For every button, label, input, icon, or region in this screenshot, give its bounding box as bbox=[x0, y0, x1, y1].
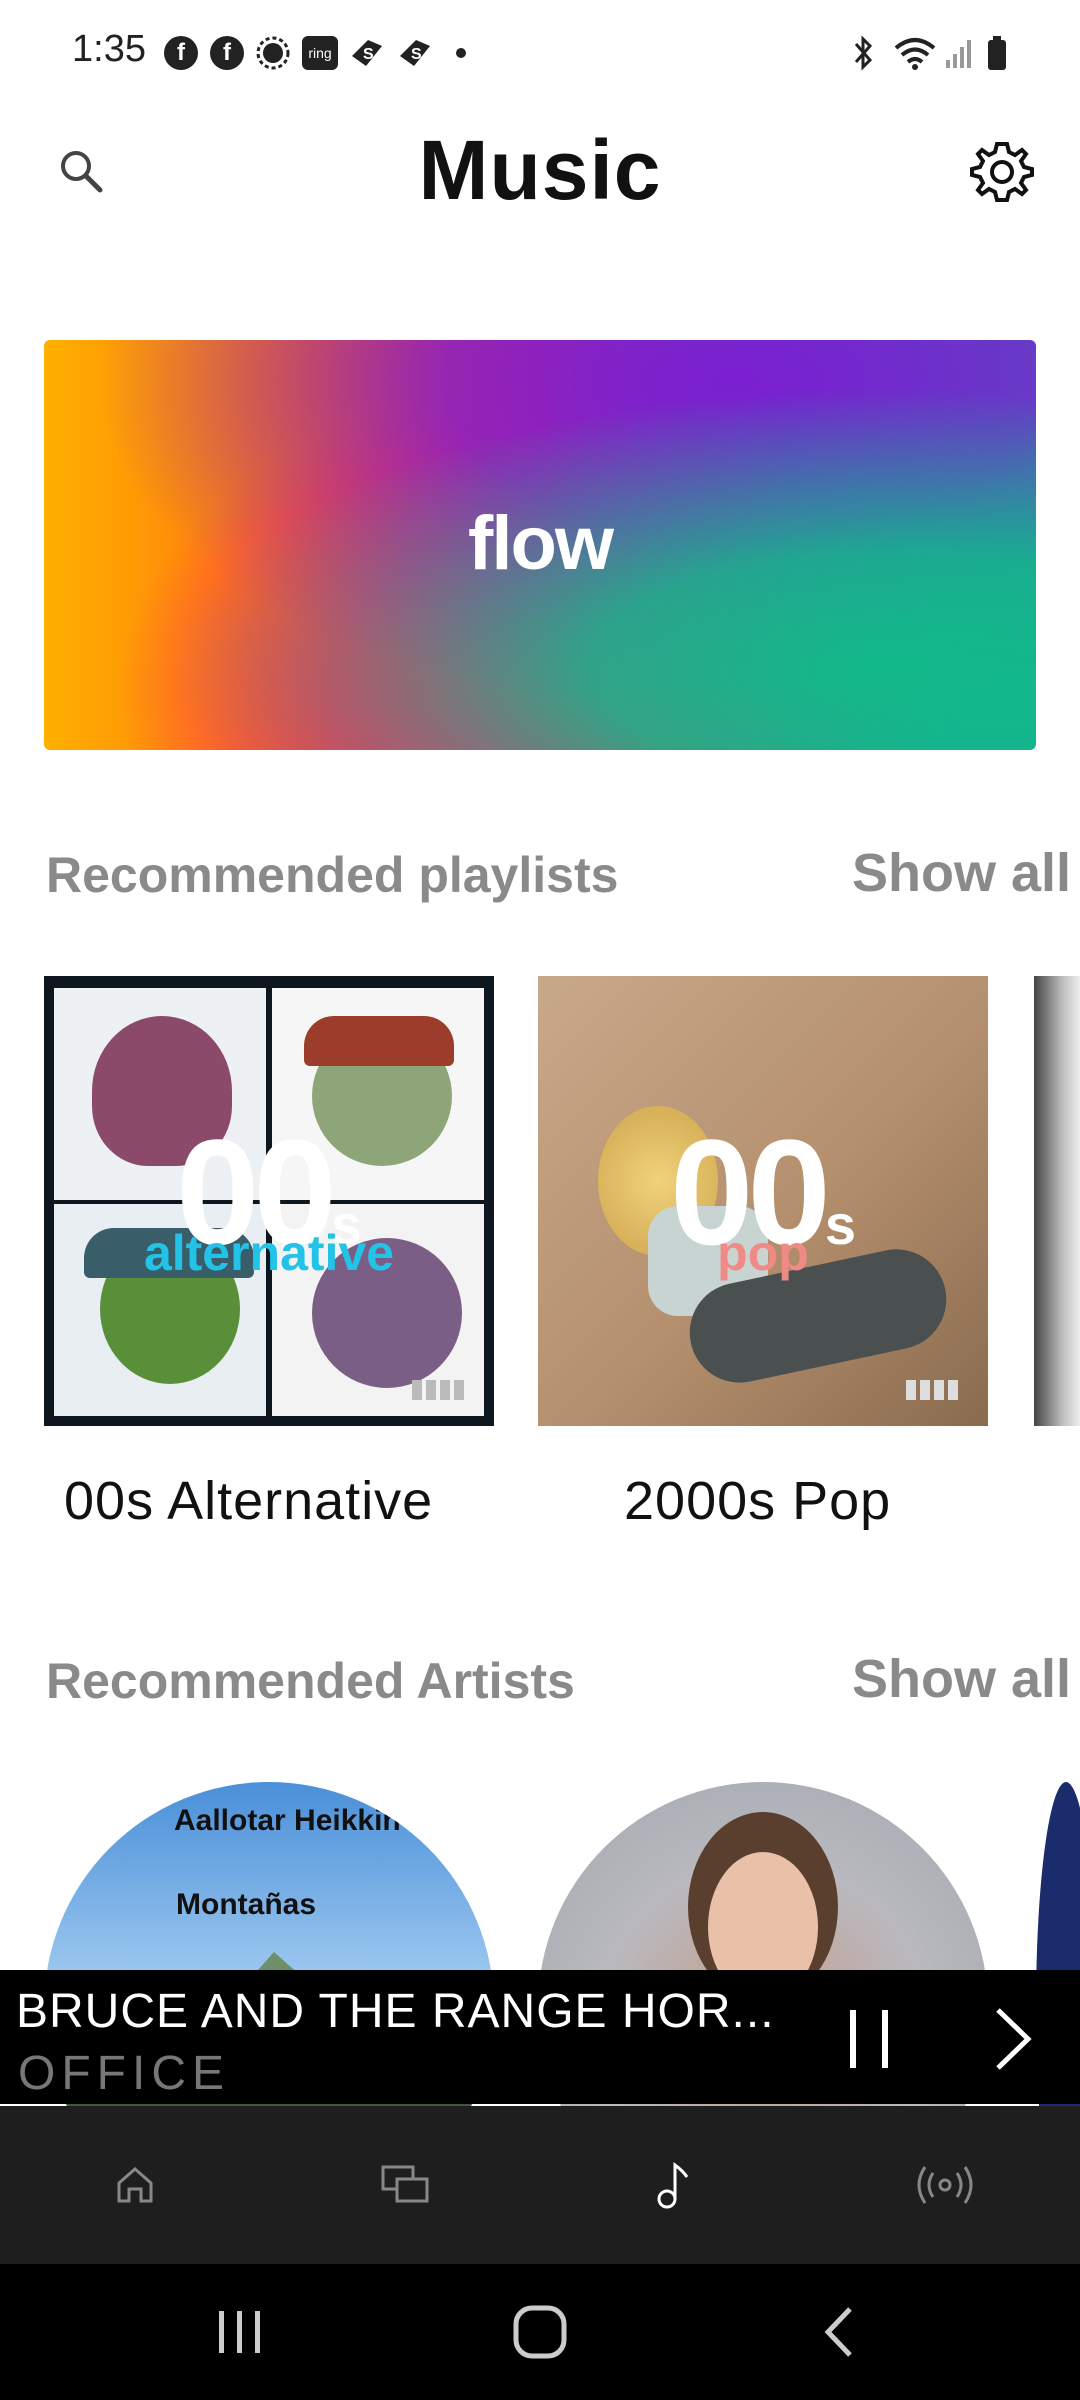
back-button[interactable] bbox=[660, 2264, 1020, 2400]
nav-radio[interactable] bbox=[810, 2106, 1080, 2264]
signal-icon bbox=[944, 36, 974, 70]
facebook-icon: f bbox=[210, 36, 244, 70]
home-icon bbox=[117, 2167, 153, 2203]
cover-sub-text: pop bbox=[717, 1225, 809, 1281]
playlist-name: 2000s Pop bbox=[624, 1471, 892, 1531]
back-icon bbox=[824, 2307, 852, 2357]
cover-sub-text: alternative bbox=[143, 1225, 395, 1281]
home-circle-icon bbox=[513, 2305, 567, 2359]
settings-button[interactable] bbox=[966, 136, 1038, 208]
artist-image-text: Montañas bbox=[176, 1888, 317, 1921]
deezer-logo-icon bbox=[906, 1380, 962, 1400]
artists-section-title: Recommended Artists bbox=[46, 1653, 575, 1709]
artists-show-all-button[interactable]: Show all bbox=[852, 1648, 1071, 1710]
now-playing-room: OFFICE bbox=[18, 2047, 230, 2100]
battery-icon bbox=[986, 34, 1008, 72]
sun-icon bbox=[256, 36, 290, 70]
system-nav-bar bbox=[0, 2264, 1080, 2400]
pause-icon bbox=[850, 2010, 888, 2068]
next-button[interactable] bbox=[976, 2004, 1046, 2074]
nav-home[interactable] bbox=[0, 2106, 270, 2264]
flow-label: flow bbox=[468, 501, 614, 586]
sling-icon: S bbox=[348, 36, 386, 70]
wifi-icon bbox=[892, 34, 938, 72]
page-title: Music bbox=[418, 123, 662, 217]
playlist-name: 00s Alternative bbox=[64, 1471, 434, 1531]
playlist-tile-00s-alternative[interactable]: 00s alternative bbox=[44, 976, 494, 1426]
nav-rooms[interactable] bbox=[270, 2106, 540, 2264]
more-notifications-dot bbox=[456, 48, 466, 58]
cover-art-hat bbox=[304, 1016, 454, 1066]
flow-banner[interactable]: flow bbox=[44, 340, 1036, 750]
pause-button[interactable] bbox=[836, 2004, 906, 2074]
recent-apps-icon bbox=[219, 2311, 260, 2353]
nav-music[interactable] bbox=[540, 2106, 810, 2264]
svg-text:S: S bbox=[411, 46, 422, 63]
artist-image-text: Aallotar Heikkin bbox=[174, 1804, 401, 1837]
status-time: 1:35 bbox=[72, 28, 146, 70]
deezer-logo-icon bbox=[412, 1380, 468, 1400]
rooms-icon bbox=[381, 2165, 429, 2203]
mini-player[interactable]: BRUCE AND THE RANGE HOR... OFFICE bbox=[0, 1970, 1080, 2104]
facebook-icon: f bbox=[164, 36, 198, 70]
music-icon bbox=[657, 2161, 689, 2209]
chevron-right-icon bbox=[996, 2008, 1032, 2070]
svg-text:S: S bbox=[363, 46, 374, 63]
sling-icon: S bbox=[396, 36, 434, 70]
playlist-tile-2000s-pop[interactable]: 00s pop bbox=[538, 976, 988, 1426]
playlists-show-all-button[interactable]: Show all bbox=[852, 842, 1071, 904]
radio-icon bbox=[917, 2166, 973, 2204]
status-bar: 1:35 f f ring S S bbox=[0, 0, 1080, 110]
now-playing-title: BRUCE AND THE RANGE HOR... bbox=[16, 1985, 775, 2038]
playlist-tile-partial[interactable] bbox=[1034, 976, 1080, 1426]
playlists-section-title: Recommended playlists bbox=[46, 847, 619, 903]
bluetooth-icon bbox=[848, 34, 878, 72]
gear-icon bbox=[970, 142, 1034, 202]
bottom-nav bbox=[0, 2106, 1080, 2264]
ring-icon: ring bbox=[302, 36, 338, 70]
